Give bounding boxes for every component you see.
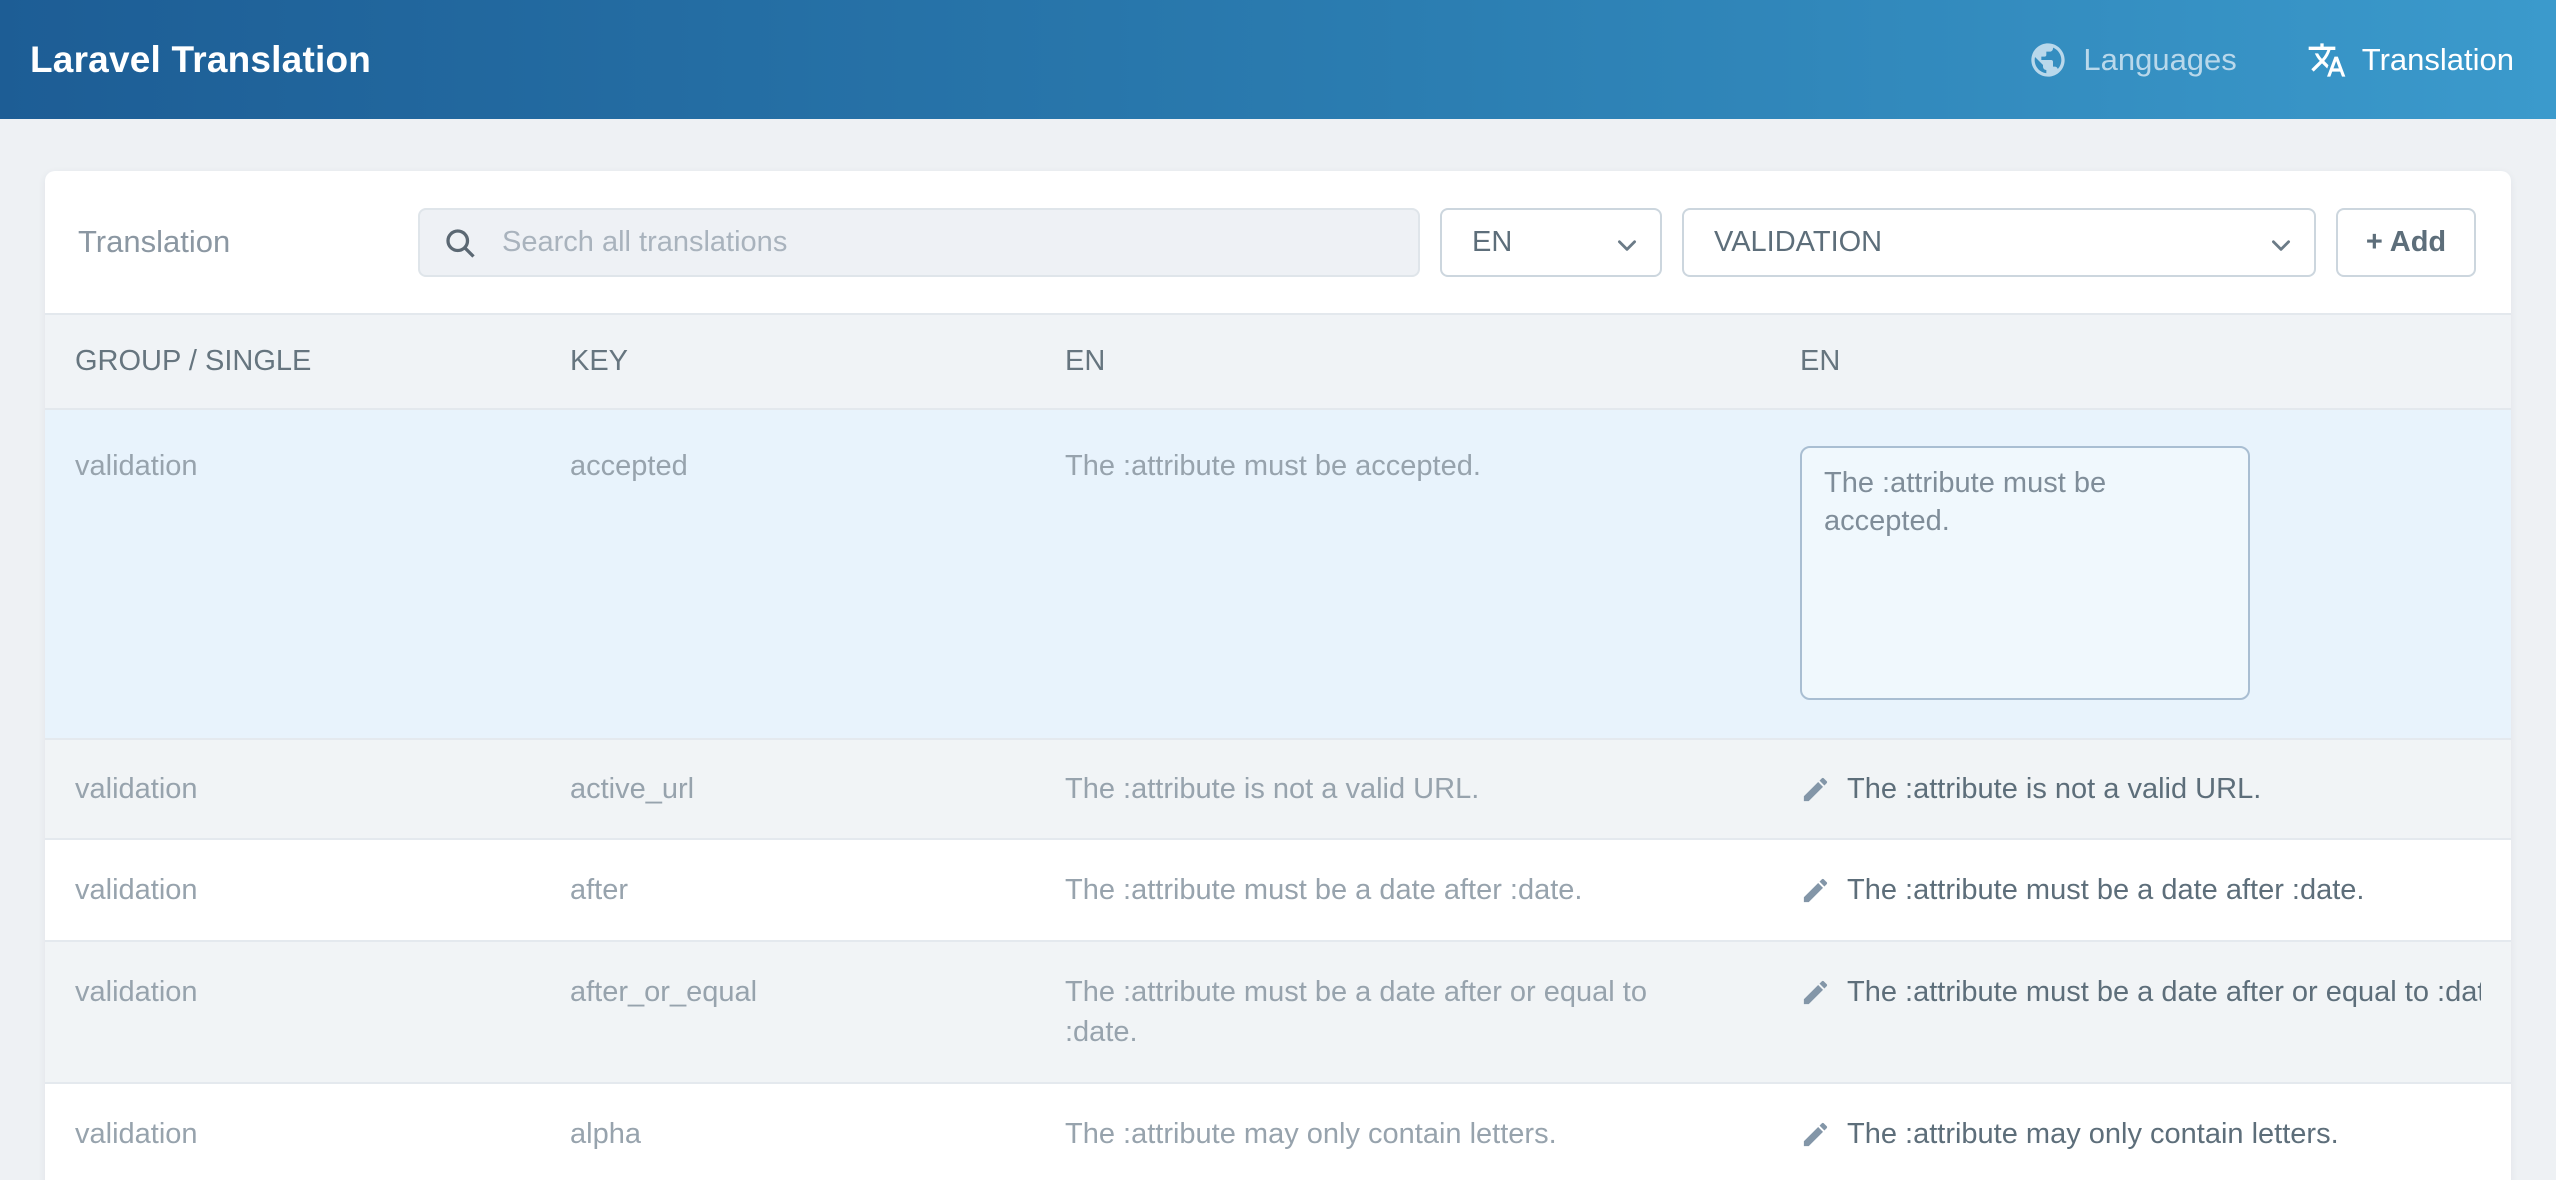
pencil-icon — [1800, 1119, 1831, 1150]
table-header: GROUP / SINGLE KEY EN EN — [45, 313, 2511, 410]
app-title[interactable]: Laravel Translation — [30, 39, 371, 81]
key-cell: accepted — [570, 410, 1065, 741]
table-row: validation accepted The :attribute must … — [45, 410, 2511, 740]
translation-cell[interactable]: The :attribute must be a date after or e… — [1800, 942, 2481, 1082]
nav-link-languages[interactable]: Languages — [2028, 40, 2236, 80]
pencil-icon — [1800, 774, 1831, 805]
search-wrap — [418, 208, 1420, 277]
translation-text: The :attribute may only contain letters. — [1847, 1114, 2339, 1154]
search-icon — [442, 225, 478, 261]
chevron-down-icon — [1614, 232, 1640, 258]
page: Translation EN VALIDATION + Add GROUP / … — [0, 119, 2556, 1180]
source-text-cell: The :attribute may only contain letters. — [1065, 1084, 1800, 1180]
key-cell: after_or_equal — [570, 942, 1065, 1082]
group-cell: validation — [75, 840, 570, 940]
group-cell: validation — [75, 410, 570, 741]
table-row: validation after The :attribute must be … — [45, 840, 2511, 942]
key-cell: active_url — [570, 740, 1065, 838]
translation-text: The :attribute is not a valid URL. — [1847, 769, 2261, 809]
table-row: validation alpha The :attribute may only… — [45, 1084, 2511, 1180]
nav-link-translation[interactable]: Translation — [2307, 40, 2514, 80]
translation-cell[interactable]: The :attribute must be a date after :dat… — [1800, 840, 2481, 940]
group-cell: validation — [75, 740, 570, 838]
header-group-single: GROUP / SINGLE — [75, 345, 570, 378]
translations-card: Translation EN VALIDATION + Add GROUP / … — [45, 171, 2511, 1180]
translation-cell[interactable]: The :attribute is not a valid URL. — [1800, 740, 2481, 838]
key-cell: after — [570, 840, 1065, 940]
pencil-icon — [1800, 977, 1831, 1008]
header-source-locale: EN — [1065, 345, 1800, 378]
group-cell: validation — [75, 1084, 570, 1180]
source-text-cell: The :attribute must be accepted. — [1065, 410, 1800, 741]
group-cell: validation — [75, 942, 570, 1082]
nav-link-label: Languages — [2083, 42, 2236, 78]
chevron-down-icon — [2268, 232, 2294, 258]
nav-links: Languages Translation — [2028, 40, 2514, 80]
table-row: validation after_or_equal The :attribute… — [45, 942, 2511, 1084]
nav-link-label: Translation — [2362, 42, 2514, 78]
navbar: Laravel Translation Languages Translatio… — [0, 0, 2556, 119]
translation-edit-cell: The :attribute must be accepted. — [1800, 410, 2481, 741]
header-target-locale: EN — [1800, 345, 2481, 378]
table-row: validation active_url The :attribute is … — [45, 740, 2511, 840]
pencil-icon — [1800, 875, 1831, 906]
translation-cell[interactable]: The :attribute may only contain letters. — [1800, 1084, 2481, 1180]
source-text-cell: The :attribute must be a date after :dat… — [1065, 840, 1800, 940]
source-text-cell: The :attribute must be a date after or e… — [1065, 942, 1800, 1082]
translation-textarea[interactable]: The :attribute must be accepted. — [1800, 446, 2250, 700]
toolbar: Translation EN VALIDATION + Add — [45, 171, 2511, 313]
translation-text: The :attribute must be a date after :dat… — [1847, 870, 2364, 910]
translate-icon — [2307, 40, 2347, 80]
language-select[interactable]: EN — [1440, 208, 1662, 277]
key-cell: alpha — [570, 1084, 1065, 1180]
source-text-cell: The :attribute is not a valid URL. — [1065, 740, 1800, 838]
page-title: Translation — [75, 224, 398, 260]
translation-text: The :attribute must be a date after or e… — [1847, 972, 2481, 1012]
group-select[interactable]: VALIDATION — [1682, 208, 2316, 277]
search-input[interactable] — [418, 208, 1420, 277]
language-select-value: EN — [1472, 226, 1512, 259]
group-select-value: VALIDATION — [1714, 226, 1882, 259]
header-key: KEY — [570, 345, 1065, 378]
add-button[interactable]: + Add — [2336, 208, 2476, 277]
globe-icon — [2028, 40, 2068, 80]
